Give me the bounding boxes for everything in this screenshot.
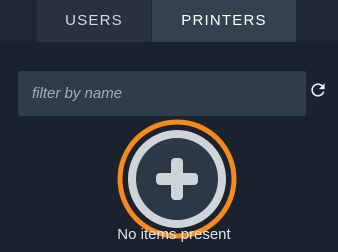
refresh-icon — [311, 83, 325, 97]
tab-printers[interactable]: PRINTERS — [152, 0, 296, 42]
empty-state-message: No items present — [117, 226, 231, 243]
add-printer-button[interactable] — [116, 118, 238, 240]
refresh-button[interactable] — [308, 80, 328, 100]
tab-bar: USERS PRINTERS — [0, 0, 338, 42]
filter-input[interactable] — [18, 71, 306, 116]
add-circle-icon — [117, 119, 237, 239]
tab-users[interactable]: USERS — [37, 0, 151, 42]
